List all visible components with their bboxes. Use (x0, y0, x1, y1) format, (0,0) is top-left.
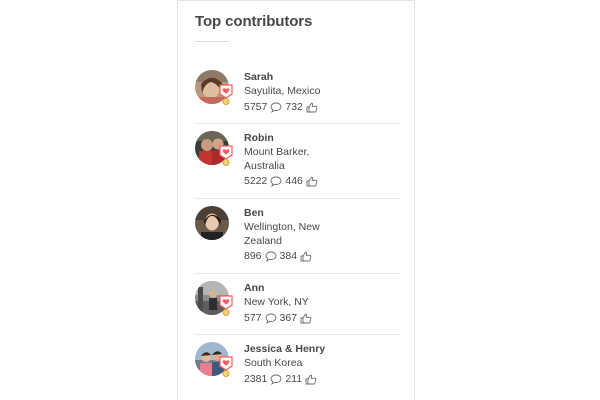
thumbs-up-icon (300, 313, 312, 324)
review-count: 577 (244, 311, 262, 324)
review-count: 5222 (244, 175, 268, 187)
contributor-stats: 2381 211 (244, 373, 394, 386)
speech-bubble-icon (265, 313, 277, 324)
contributor-item[interactable]: Ann New York, NY 577 367 (195, 274, 401, 335)
contributor-info: Ann New York, NY 577 367 (244, 282, 394, 325)
contributor-item[interactable]: Jessica & Henry South Korea 2381 211 (195, 335, 401, 395)
contributor-location-line-1: Mount Barker, (244, 146, 310, 158)
contributor-stats: 577 367 (244, 312, 394, 325)
like-count: 446 (285, 175, 303, 187)
contributor-location: New York, NY (244, 296, 309, 308)
contributor-location-line-2: Zealand (244, 234, 282, 247)
contributor-location-line-1: Wellington, New (244, 221, 320, 233)
heart-medal-badge-icon (219, 356, 233, 378)
like-count: 367 (279, 311, 298, 324)
contributor-info: Jessica & Henry South Korea 2381 211 (244, 343, 394, 386)
contributor-item[interactable]: Sarah Sayulita, Mexico 5757 732 (195, 63, 401, 124)
contributor-stats: 896 384 (244, 250, 394, 263)
contributor-stats: 5757 732 (244, 101, 394, 114)
contributor-stats: 5222 446 (244, 175, 394, 188)
speech-bubble-icon (265, 251, 277, 262)
heart-medal-badge-icon (219, 295, 233, 317)
heart-medal-badge-icon (219, 84, 233, 106)
contributor-item[interactable]: Robin Mount Barker, Australia 5222 446 (195, 124, 401, 199)
like-count: 211 (285, 372, 303, 385)
contributor-location: Sayulita, Mexico (244, 85, 321, 97)
contributors-list: Sarah Sayulita, Mexico 5757 732 Robin Mo… (195, 63, 401, 395)
thumbs-up-icon (305, 374, 317, 385)
heart-medal-badge-icon (219, 145, 233, 167)
thumbs-up-icon (300, 251, 312, 262)
contributor-name[interactable]: Robin (244, 132, 394, 145)
avatar[interactable] (195, 206, 229, 240)
contributor-location-line-2: Australia (244, 159, 285, 172)
contributor-name[interactable]: Sarah (244, 71, 394, 84)
thumbs-up-icon (306, 102, 318, 113)
page: Top contributors Sarah Sayulita, Mexico … (0, 0, 600, 400)
review-count: 5757 (244, 100, 268, 113)
contributor-item[interactable]: Ben Wellington, New Zealand 896 384 (195, 199, 401, 274)
speech-bubble-icon (270, 102, 282, 113)
contributor-info: Robin Mount Barker, Australia 5222 446 (244, 132, 394, 188)
contributor-name[interactable]: Ann (244, 282, 394, 295)
speech-bubble-icon (270, 374, 282, 385)
contributor-info: Ben Wellington, New Zealand 896 384 (244, 207, 394, 263)
widget-title: Top contributors (195, 13, 313, 30)
speech-bubble-icon (270, 176, 282, 187)
contributor-name[interactable]: Jessica & Henry (244, 343, 394, 356)
review-count: 896 (244, 250, 262, 262)
like-count: 384 (279, 250, 298, 262)
like-count: 732 (285, 100, 303, 113)
title-underline (195, 41, 229, 42)
contributor-location: South Korea (244, 357, 303, 369)
thumbs-up-icon (306, 176, 318, 187)
contributor-name[interactable]: Ben (244, 207, 394, 220)
review-count: 2381 (244, 372, 268, 385)
contributor-info: Sarah Sayulita, Mexico 5757 732 (244, 71, 394, 114)
top-contributors-card: Top contributors Sarah Sayulita, Mexico … (177, 0, 415, 400)
